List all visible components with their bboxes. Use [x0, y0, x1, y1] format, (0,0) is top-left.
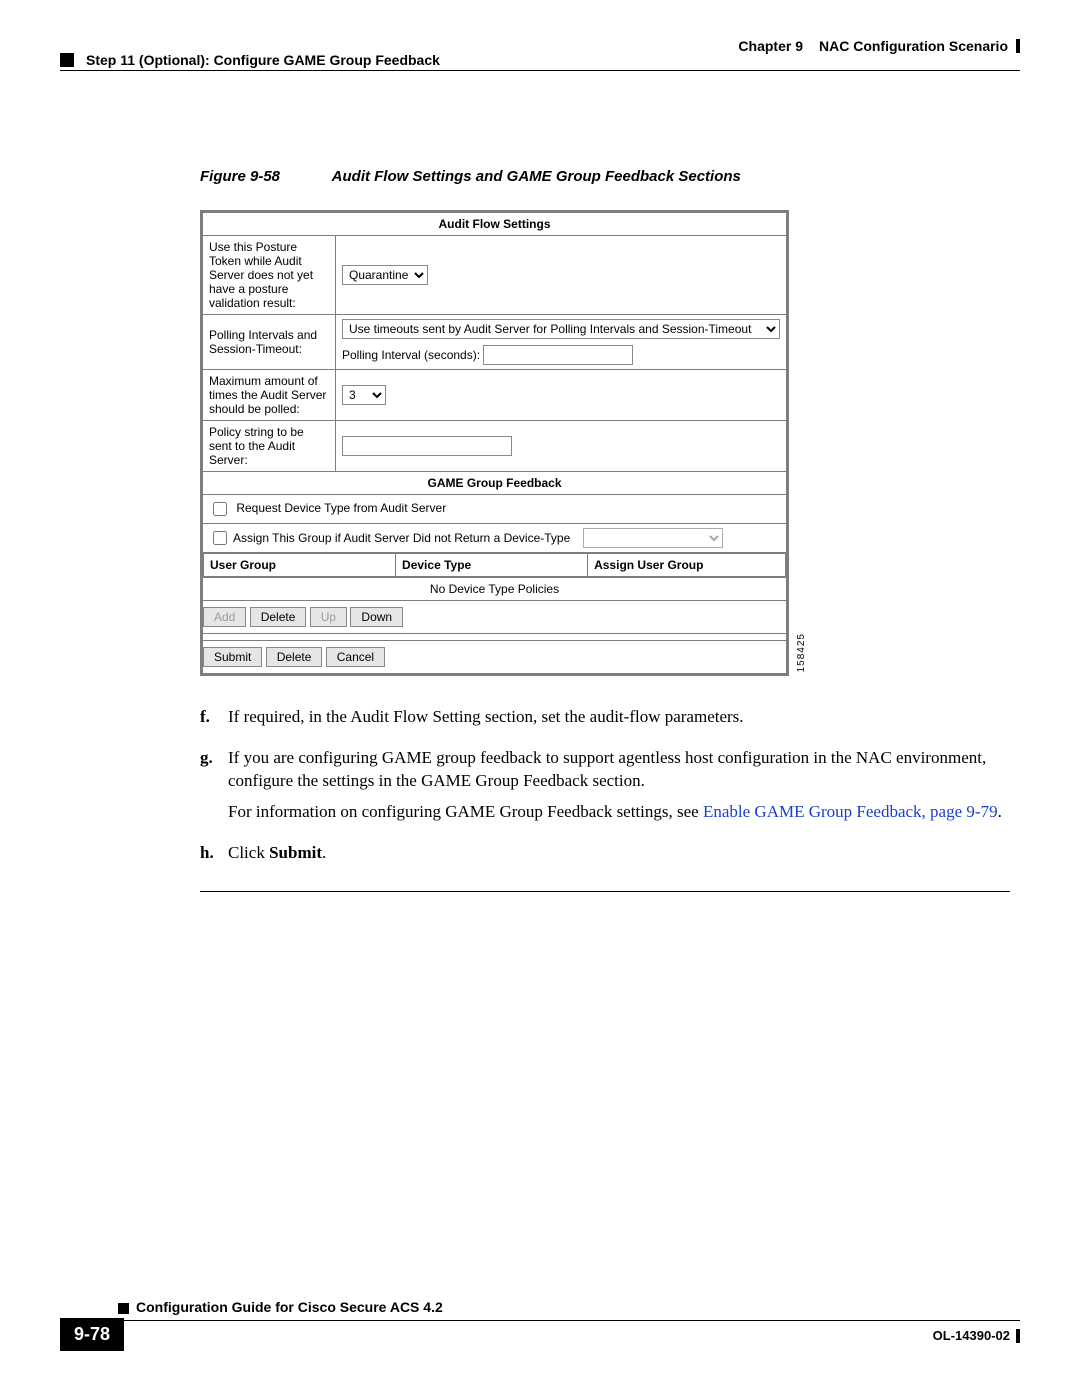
- down-button[interactable]: Down: [350, 607, 403, 627]
- step-marker: g.: [200, 747, 228, 832]
- assign-group-checkbox[interactable]: [213, 531, 227, 545]
- max-poll-select[interactable]: 3: [342, 385, 386, 405]
- posture-token-select[interactable]: Quarantine: [342, 265, 428, 285]
- posture-token-label: Use this Posture Token while Audit Serve…: [203, 236, 336, 315]
- chapter-heading: Chapter 9 NAC Configuration Scenario: [738, 38, 1020, 54]
- assign-group-select[interactable]: [583, 528, 723, 548]
- polling-interval-sublabel: Polling Interval (seconds):: [342, 348, 480, 362]
- polling-timeout-select[interactable]: Use timeouts sent by Audit Server for Po…: [342, 319, 780, 339]
- submit-button[interactable]: Submit: [203, 647, 262, 667]
- col-assign-user-group: Assign User Group: [588, 554, 786, 577]
- cross-ref-link[interactable]: Enable GAME Group Feedback, page 9-79: [703, 802, 998, 821]
- polling-intervals-label: Polling Intervals and Session-Timeout:: [203, 315, 336, 370]
- figure-title: Audit Flow Settings and GAME Group Feedb…: [332, 168, 741, 185]
- figure-number: Figure 9-58: [200, 168, 280, 185]
- policy-string-label: Policy string to be sent to the Audit Se…: [203, 421, 336, 472]
- step-f: f. If required, in the Audit Flow Settin…: [200, 706, 1010, 737]
- delete-policy-button[interactable]: Delete: [250, 607, 307, 627]
- cancel-button[interactable]: Cancel: [326, 647, 385, 667]
- audit-flow-header: Audit Flow Settings: [203, 213, 787, 236]
- step-text: Click Submit.: [228, 842, 1010, 865]
- step-text: For information on configuring GAME Grou…: [228, 801, 1010, 824]
- no-policies-row: No Device Type Policies: [203, 578, 787, 601]
- game-feedback-header: GAME Group Feedback: [203, 472, 787, 495]
- col-device-type: Device Type: [396, 554, 588, 577]
- header-rule: [60, 70, 1020, 71]
- instruction-list: f. If required, in the Audit Flow Settin…: [200, 706, 1010, 873]
- footer-rule: [60, 1320, 1020, 1321]
- chapter-number: Chapter 9: [738, 38, 803, 54]
- section-heading: Step 11 (Optional): Configure GAME Group…: [60, 52, 440, 68]
- step-h: h. Click Submit.: [200, 842, 1010, 873]
- figure-image-id: 158425: [796, 633, 807, 672]
- add-button[interactable]: Add: [203, 607, 246, 627]
- page-number: 9-78: [60, 1318, 124, 1351]
- step-text: If you are configuring GAME group feedba…: [228, 747, 1010, 793]
- settings-screenshot: 158425 Audit Flow Settings Use this Post…: [200, 210, 789, 676]
- footer-end-bar-icon: [1016, 1329, 1020, 1343]
- policy-string-input[interactable]: [342, 436, 512, 456]
- step-text: If required, in the Audit Flow Setting s…: [228, 706, 1010, 729]
- page-header: Chapter 9 NAC Configuration Scenario Ste…: [0, 0, 1080, 108]
- polling-interval-input[interactable]: [483, 345, 633, 365]
- guide-title: Configuration Guide for Cisco Secure ACS…: [136, 1299, 443, 1315]
- step-marker: h.: [200, 842, 228, 873]
- max-poll-label: Maximum amount of times the Audit Server…: [203, 370, 336, 421]
- request-device-type-label: Request Device Type from Audit Server: [236, 501, 446, 515]
- document-id: OL-14390-02: [933, 1328, 1020, 1343]
- up-button[interactable]: Up: [310, 607, 347, 627]
- assign-group-label: Assign This Group if Audit Server Did no…: [233, 531, 583, 545]
- step-marker: f.: [200, 706, 228, 737]
- figure-caption: Figure 9-58 Audit Flow Settings and GAME…: [200, 168, 1010, 185]
- section-bullet-icon: [60, 53, 74, 67]
- step-g: g. If you are configuring GAME group fee…: [200, 747, 1010, 832]
- section-title: Step 11 (Optional): Configure GAME Group…: [86, 52, 440, 68]
- footer-bullet-icon: [118, 1303, 129, 1314]
- content-end-rule: [200, 891, 1010, 892]
- chapter-title: NAC Configuration Scenario: [819, 38, 1008, 54]
- col-user-group: User Group: [204, 554, 396, 577]
- delete-button[interactable]: Delete: [266, 647, 323, 667]
- request-device-type-checkbox[interactable]: [213, 502, 227, 516]
- header-end-bar-icon: [1016, 39, 1020, 53]
